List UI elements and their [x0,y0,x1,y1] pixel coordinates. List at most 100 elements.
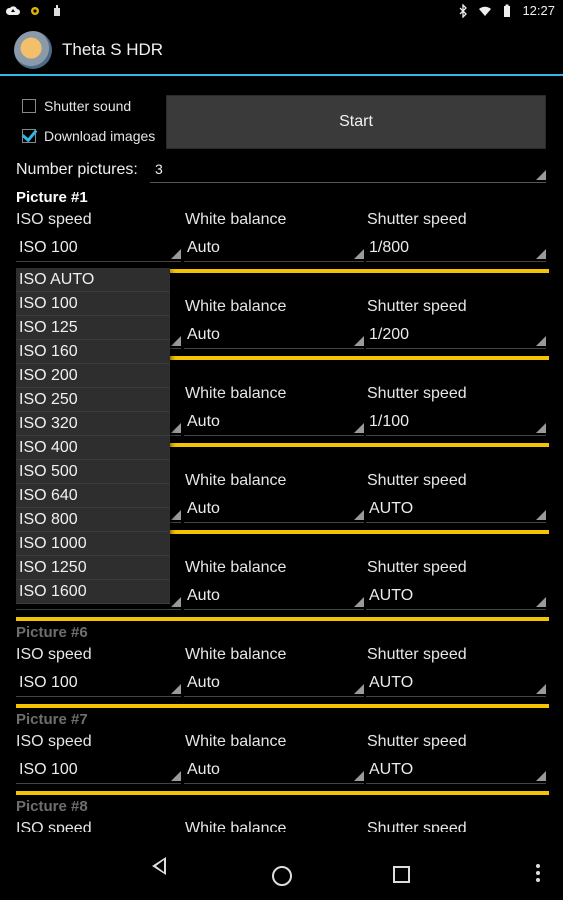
spinner-corner-icon [171,336,181,346]
home-icon[interactable] [272,866,292,886]
shutter-speed-label: Shutter speed [367,646,467,663]
shutter-speed-spinner[interactable]: 1/800 [366,231,546,262]
white-balance-label: White balance [185,385,287,402]
shutter-speed-spinner[interactable]: AUTO [366,753,546,784]
spinner-corner-icon [354,597,364,607]
iso-option[interactable]: ISO 200 [16,364,170,388]
shutter-speed-spinner[interactable]: 1/200 [366,318,546,349]
white-balance-label: White balance [185,211,287,228]
shutter-speed-spinner[interactable]: AUTO [366,579,546,610]
white-balance-spinner-value: Auto [187,587,220,604]
iso-option[interactable]: ISO AUTO [16,268,170,292]
white-balance-spinner-value: Auto [187,326,220,343]
white-balance-spinner[interactable]: Auto [184,231,364,262]
app-logo-icon [14,31,52,69]
spinner-corner-icon [354,684,364,694]
shutter-speed-label: Shutter speed [367,820,467,832]
white-balance-spinner[interactable]: Auto [184,318,364,349]
white-balance-spinner-value: Auto [187,761,220,778]
picture-title: Picture #1 [16,189,88,206]
white-balance-spinner[interactable]: Auto [184,579,364,610]
white-balance-spinner-value: Auto [187,674,220,691]
iso-option[interactable]: ISO 125 [16,316,170,340]
android-icon [54,5,60,16]
spinner-corner-icon [536,170,546,180]
iso-option[interactable]: ISO 1600 [16,580,170,604]
status-bar: 12:27 [0,0,563,25]
action-bar: Theta S HDR [0,25,563,74]
shutter-speed-label: Shutter speed [367,472,467,489]
shutter-speed-spinner-value: 1/100 [369,413,410,430]
picture-divider-bar [16,704,549,708]
iso-speed-spinner[interactable]: ISO 100 [16,753,181,784]
white-balance-spinner[interactable]: Auto [184,753,364,784]
picture-block-1: Picture #1 ISO speed ISO 100 White balance A… [0,189,563,276]
shutter-sound-checkbox[interactable]: Shutter sound [22,98,131,114]
iso-speed-label: ISO speed [16,820,92,832]
iso-option[interactable]: ISO 1000 [16,532,170,556]
download-images-checkbox[interactable]: Download images [22,128,155,144]
iso-option[interactable]: ISO 640 [16,484,170,508]
iso-option[interactable]: ISO 800 [16,508,170,532]
iso-option[interactable]: ISO 160 [16,340,170,364]
iso-option[interactable]: ISO 400 [16,436,170,460]
shutter-speed-spinner-value: AUTO [369,500,414,517]
white-balance-label: White balance [185,559,287,576]
iso-option[interactable]: ISO 250 [16,388,170,412]
start-button[interactable]: Start [166,95,546,149]
shutter-speed-spinner[interactable]: 1/100 [366,405,546,436]
iso-option[interactable]: ISO 500 [16,460,170,484]
white-balance-spinner-value: Auto [187,413,220,430]
spinner-corner-icon [536,510,546,520]
iso-speed-label: ISO speed [16,646,92,663]
app-title: Theta S HDR [62,40,164,59]
shutter-sound-checkbox-box[interactable] [22,99,36,113]
spinner-corner-icon [536,336,546,346]
number-pictures-spinner[interactable]: 3 [150,156,546,183]
battery-icon [504,4,511,17]
picture-block-6: Picture #6 ISO speed ISO 100 White balance A… [0,624,563,711]
shutter-speed-spinner[interactable]: AUTO [366,666,546,697]
bluetooth-icon [459,3,468,18]
number-pictures-label: Number pictures: [16,161,138,178]
shutter-speed-spinner-value: 1/200 [369,326,410,343]
picture-title: Picture #7 [16,711,88,728]
shutter-speed-spinner[interactable]: AUTO [366,492,546,523]
spinner-corner-icon [536,249,546,259]
white-balance-spinner[interactable]: Auto [184,492,364,523]
iso-dropdown[interactable]: ISO AUTO ISO 100 ISO 125 ISO 160 ISO 200 ISO … [16,268,170,604]
back-icon[interactable] [152,857,166,875]
spinner-corner-icon [354,249,364,259]
iso-option[interactable]: ISO 320 [16,412,170,436]
white-balance-spinner-value: Auto [187,239,220,256]
settings-notification-icon [31,7,39,15]
iso-speed-label: ISO speed [16,733,92,750]
white-balance-label: White balance [185,472,287,489]
status-time: 12:27 [522,3,555,18]
white-balance-spinner-value: Auto [187,500,220,517]
cloud-upload-icon [6,6,20,15]
spinner-corner-icon [171,684,181,694]
iso-speed-spinner[interactable]: ISO 100 [16,231,181,262]
iso-option[interactable]: ISO 1250 [16,556,170,580]
iso-speed-spinner-value: ISO 100 [19,761,78,778]
iso-option[interactable]: ISO 100 [16,292,170,316]
spinner-corner-icon [171,423,181,433]
main-content[interactable]: Shutter sound Download images Start Numb… [0,76,563,832]
iso-speed-spinner[interactable]: ISO 100 [16,666,181,697]
overflow-menu-icon[interactable] [536,864,540,882]
shutter-speed-label: Shutter speed [367,211,467,228]
white-balance-label: White balance [185,733,287,750]
shutter-speed-spinner-value: AUTO [369,674,414,691]
recent-apps-icon[interactable] [393,866,410,883]
spinner-corner-icon [354,771,364,781]
shutter-speed-label: Shutter speed [367,559,467,576]
download-images-checkbox-box[interactable] [22,129,36,143]
spinner-corner-icon [354,336,364,346]
white-balance-spinner[interactable]: Auto [184,666,364,697]
spinner-corner-icon [354,423,364,433]
shutter-sound-label: Shutter sound [44,98,132,114]
number-pictures-value: 3 [155,161,163,177]
iso-speed-label: ISO speed [16,211,92,228]
white-balance-spinner[interactable]: Auto [184,405,364,436]
